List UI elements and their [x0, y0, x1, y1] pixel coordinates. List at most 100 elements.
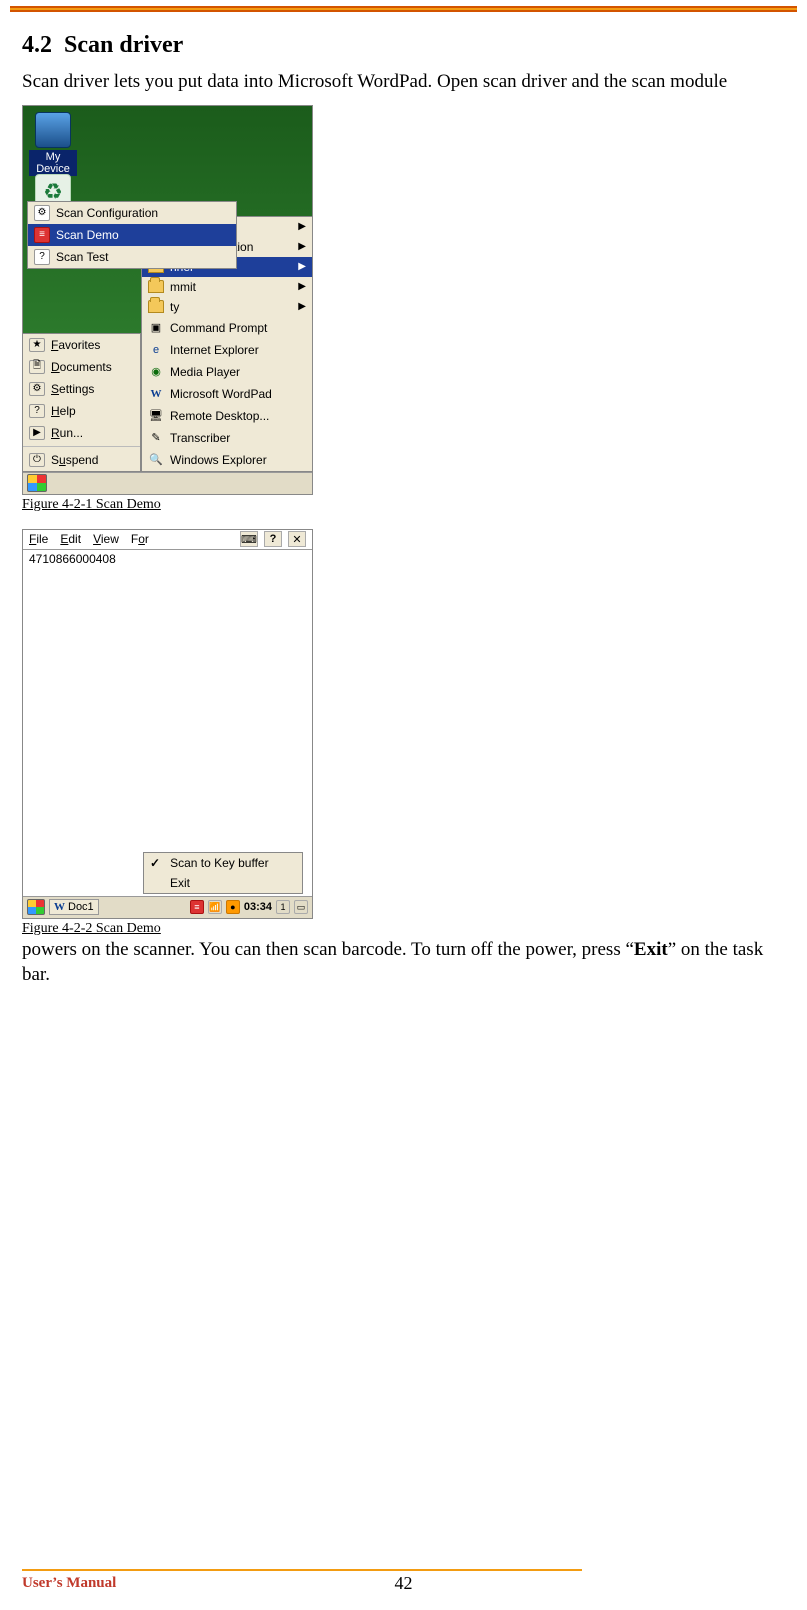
menu-item-label: Media Player — [170, 365, 240, 379]
start-item-favorites[interactable]: ★Favorites — [23, 334, 140, 356]
computer-icon — [35, 112, 71, 148]
start-item-documents[interactable]: 🗎Documents — [23, 356, 140, 378]
programs-item-windows-explorer[interactable]: 🔍 Windows Explorer — [142, 449, 312, 471]
figure-2-caption[interactable]: Figure 4-2-2 Scan Demo — [22, 921, 785, 937]
programs-item-mmit[interactable]: mmit ▶ — [142, 277, 312, 297]
chevron-right-icon: ▶ — [298, 281, 306, 292]
chevron-right-icon: ▶ — [298, 221, 306, 232]
figure-1-caption[interactable]: Figure 4-2-1 Scan Demo — [22, 497, 785, 513]
ie-icon: e — [148, 342, 164, 358]
menu-item-label: Windows Explorer — [170, 453, 267, 467]
my-device-label: My Device — [29, 150, 77, 176]
figure-1-screenshot: My Device ⚙ Scan Configuration ≡ Scan De… — [22, 105, 313, 495]
submenu-item-label: Scan Configuration — [56, 206, 158, 220]
cmd-icon: ▣ — [148, 320, 164, 336]
documents-icon: 🗎 — [29, 360, 45, 374]
intro-paragraph: Scan driver lets you put data into Micro… — [22, 69, 785, 95]
figure-2-screenshot: File Edit View For ⌨ ? ✕ 4710866000408 S… — [22, 529, 313, 919]
context-item-label: Exit — [170, 876, 190, 890]
tray-status-icon[interactable]: ● — [226, 900, 240, 914]
folder-icon — [148, 300, 164, 313]
programs-item-internet-explorer[interactable]: e Internet Explorer — [142, 339, 312, 361]
programs-item-command-prompt[interactable]: ▣ Command Prompt — [142, 317, 312, 339]
programs-item-ty[interactable]: ty ▶ — [142, 297, 312, 317]
favorites-icon: ★ — [29, 338, 45, 352]
start-item-help[interactable]: ?Help — [23, 400, 140, 422]
help-icon: ? — [29, 404, 45, 418]
menu-item-label: Command Prompt — [170, 321, 267, 335]
context-help-icon[interactable]: ? — [264, 531, 282, 547]
scanner-submenu-scan-demo[interactable]: ≡ Scan Demo — [28, 224, 236, 246]
context-item-scan-to-key-buffer[interactable]: Scan to Key buffer — [144, 853, 302, 873]
menu-item-label: Remote Desktop... — [170, 409, 269, 423]
taskbar-tab-doc1[interactable]: WDoc1 — [49, 899, 99, 915]
chevron-right-icon: ▶ — [298, 301, 306, 312]
remote-desktop-icon: 🖥 — [148, 408, 164, 424]
suspend-icon: ⏻ — [29, 453, 45, 467]
footer-orange-rule — [22, 1569, 582, 1571]
context-item-label: Scan to Key buffer — [170, 856, 269, 870]
para2-pre: powers on the scanner. You can then scan… — [22, 939, 634, 960]
wordpad-menubar: File Edit View For ⌨ ? ✕ — [23, 530, 312, 550]
scan-demo-icon: ≡ — [34, 227, 50, 243]
folder-icon — [148, 280, 164, 293]
menu-item-label: Transcriber — [170, 431, 230, 445]
scanned-barcode-value: 4710866000408 — [29, 552, 116, 566]
tray-desktop-icon[interactable]: ▭ — [294, 900, 308, 914]
taskbar-tab-label: Doc1 — [68, 901, 94, 913]
programs-item-remote-desktop[interactable]: 🖥 Remote Desktop... — [142, 405, 312, 427]
closing-paragraph: powers on the scanner. You can then scan… — [22, 937, 785, 988]
run-icon: ▶ — [29, 426, 45, 440]
tray-scan-icon[interactable]: ≡ — [190, 900, 204, 914]
programs-item-transcriber[interactable]: ✎ Transcriber — [142, 427, 312, 449]
programs-item-media-player[interactable]: ◉ Media Player — [142, 361, 312, 383]
scanner-submenu-scan-configuration[interactable]: ⚙ Scan Configuration — [28, 202, 236, 224]
media-player-icon: ◉ — [148, 364, 164, 380]
start-menu: ★Favorites 🗎Documents ⚙Settings ?Help ▶R… — [23, 333, 141, 472]
system-tray: ≡ 📶 ● 03:34 1 ▭ — [190, 900, 308, 914]
footer-page-number: 42 — [22, 1573, 785, 1594]
context-item-exit[interactable]: Exit — [144, 873, 302, 893]
menu-format-truncated[interactable]: For — [131, 532, 149, 546]
programs-item-microsoft-wordpad[interactable]: W Microsoft WordPad — [142, 383, 312, 405]
taskbar: WDoc1 ≡ 📶 ● 03:34 1 ▭ — [23, 896, 312, 918]
menu-item-label-partial: ty — [170, 300, 179, 314]
start-button[interactable] — [27, 899, 45, 915]
section-title: Scan driver — [64, 32, 183, 58]
transcriber-icon: ✎ — [148, 430, 164, 446]
chevron-right-icon: ▶ — [298, 261, 306, 272]
start-item-settings[interactable]: ⚙Settings — [23, 378, 140, 400]
start-button[interactable] — [27, 474, 47, 492]
tray-keyboard-indicator[interactable]: 1 — [276, 900, 290, 914]
tray-network-icon[interactable]: 📶 — [208, 900, 222, 914]
chevron-right-icon: ▶ — [298, 241, 306, 252]
keyboard-icon[interactable]: ⌨ — [240, 531, 258, 547]
menu-item-label-partial: mmit — [170, 280, 196, 294]
tray-context-menu: Scan to Key buffer Exit — [143, 852, 303, 894]
menu-view[interactable]: View — [93, 532, 119, 546]
taskbar-clock[interactable]: 03:34 — [244, 901, 272, 913]
wordpad-icon: W — [148, 386, 164, 402]
para2-bold-exit: Exit — [634, 939, 668, 960]
menu-item-label: Microsoft WordPad — [170, 387, 272, 401]
taskbar — [23, 472, 312, 494]
menu-edit[interactable]: Edit — [60, 532, 81, 546]
wordpad-document-area[interactable]: 4710866000408 — [23, 550, 312, 858]
submenu-item-label: Scan Test — [56, 250, 108, 264]
section-number: 4.2 — [22, 32, 52, 58]
menu-item-label: Internet Explorer — [170, 343, 259, 357]
scan-test-icon: ? — [34, 249, 50, 265]
page-footer: User’s Manual 42 — [22, 1569, 785, 1592]
my-device-desktop-icon[interactable]: My Device — [29, 112, 77, 176]
menu-file[interactable]: File — [29, 532, 48, 546]
scanner-submenu: ⚙ Scan Configuration ≡ Scan Demo ? Scan … — [27, 201, 237, 269]
close-icon[interactable]: ✕ — [288, 531, 306, 547]
start-item-run[interactable]: ▶Run... — [23, 422, 140, 444]
scan-config-icon: ⚙ — [34, 205, 50, 221]
settings-icon: ⚙ — [29, 382, 45, 396]
section-heading: 4.2 Scan driver — [22, 32, 785, 59]
scanner-submenu-scan-test[interactable]: ? Scan Test — [28, 246, 236, 268]
start-item-suspend[interactable]: ⏻Suspend — [23, 446, 140, 471]
wordpad-icon: W — [54, 901, 65, 913]
windows-explorer-icon: 🔍 — [148, 452, 164, 468]
